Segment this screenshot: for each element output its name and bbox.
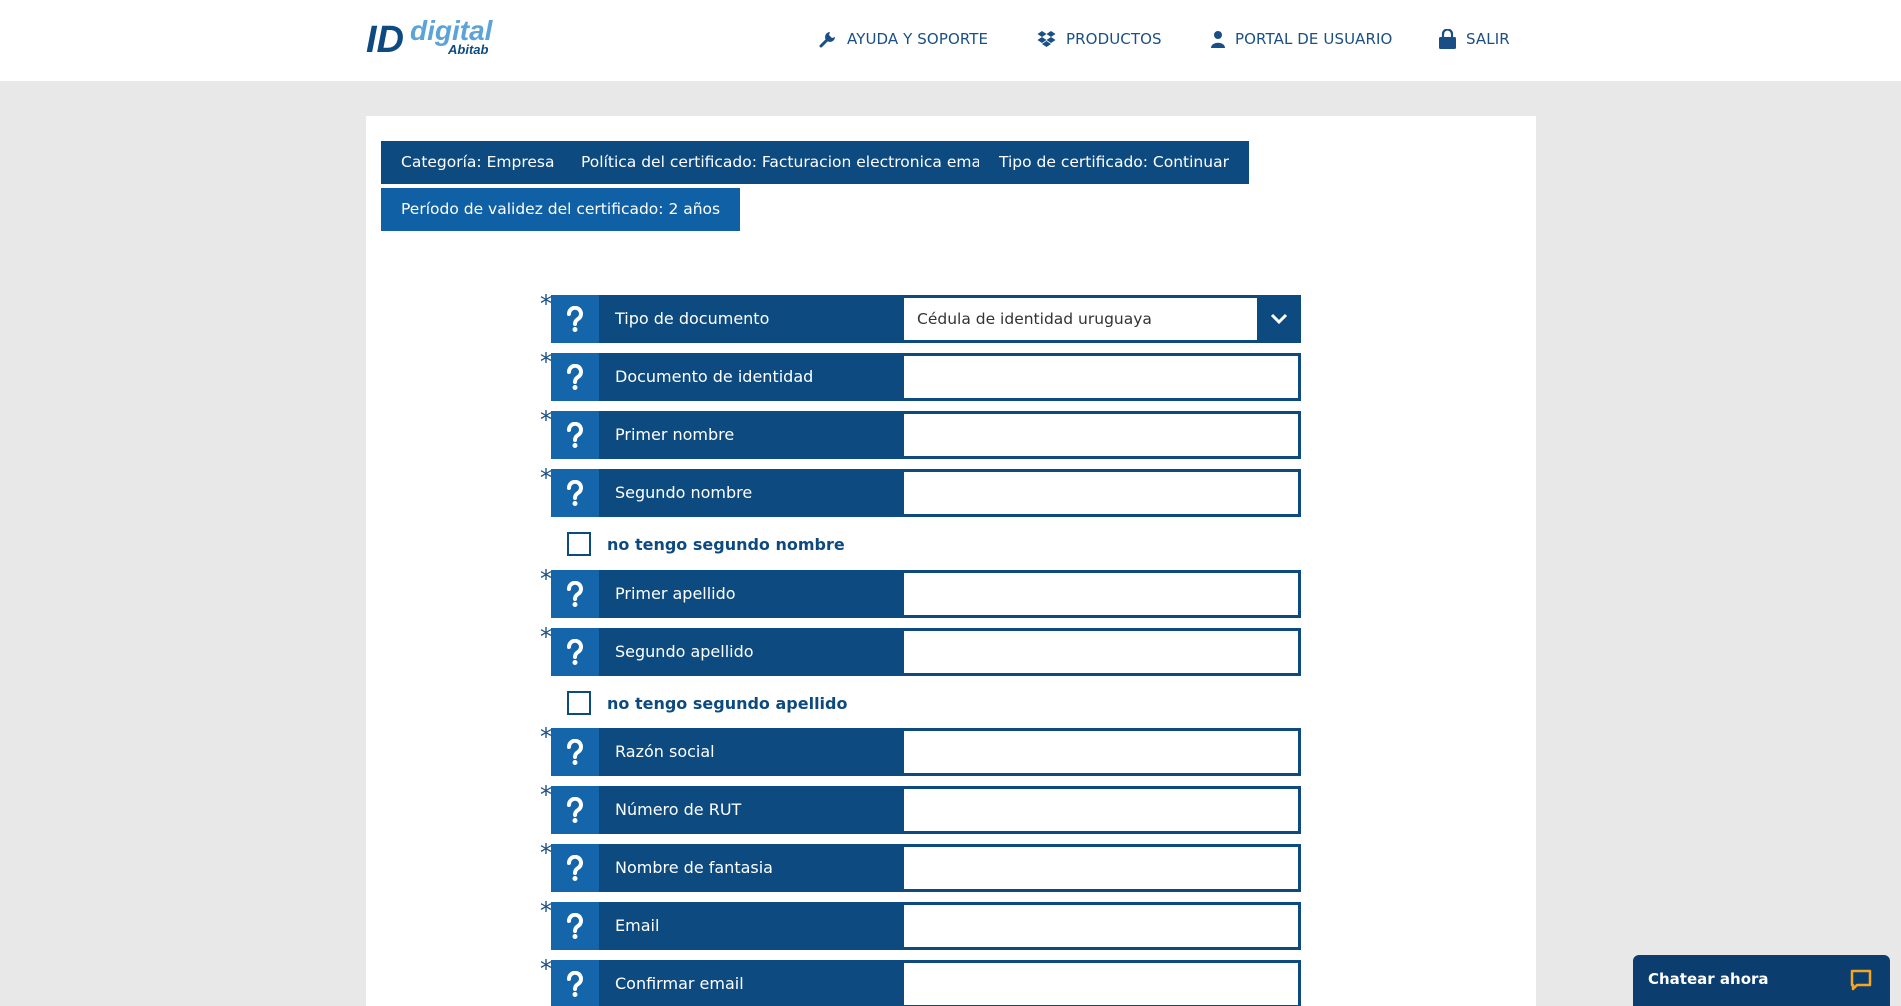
- chat-bubble-icon: [1850, 969, 1872, 991]
- question-icon[interactable]: [551, 960, 599, 1006]
- nav-productos[interactable]: PRODUCTOS: [1037, 28, 1162, 50]
- primer-nombre-input[interactable]: [904, 414, 1298, 456]
- logo-graphic: ID digital Abitab: [366, 15, 494, 61]
- row-numero-rut: * Número de RUT: [540, 783, 1351, 834]
- primer-apellido-input[interactable]: [904, 573, 1298, 615]
- nav-label: PRODUCTOS: [1066, 30, 1162, 48]
- user-icon: [1211, 31, 1225, 48]
- row-email: * Email: [540, 899, 1351, 950]
- nombre-fantasia-input[interactable]: [904, 847, 1298, 889]
- field-label: Confirmar email: [599, 960, 904, 1006]
- chat-label: Chatear ahora: [1648, 970, 1769, 988]
- checkbox-box[interactable]: [567, 532, 591, 556]
- row-primer-apellido: * Primer apellido: [540, 567, 1351, 618]
- field-label: Tipo de documento: [599, 295, 904, 343]
- razon-social-input[interactable]: [904, 731, 1298, 773]
- row-documento-identidad: * Documento de identidad: [540, 350, 1351, 401]
- no-segundo-nombre-checkbox[interactable]: no tengo segundo nombre: [567, 531, 845, 557]
- field-label: Razón social: [599, 728, 904, 776]
- question-icon[interactable]: [551, 411, 599, 459]
- question-icon[interactable]: [551, 844, 599, 892]
- question-icon[interactable]: [551, 786, 599, 834]
- field-label: Número de RUT: [599, 786, 904, 834]
- chip-politica[interactable]: Política del certificado: Facturacion el…: [561, 141, 1020, 184]
- field-label: Email: [599, 902, 904, 950]
- email-input[interactable]: [904, 905, 1298, 947]
- logo-mark: ID: [366, 19, 404, 60]
- select-value: Cédula de identidad uruguaya: [904, 298, 1257, 340]
- field-label: Segundo apellido: [599, 628, 904, 676]
- field-label: Segundo nombre: [599, 469, 904, 517]
- field-label: Nombre de fantasia: [599, 844, 904, 892]
- numero-rut-input[interactable]: [904, 789, 1298, 831]
- tipo-documento-select[interactable]: Cédula de identidad uruguaya: [904, 295, 1301, 343]
- chip-categoria[interactable]: Categoría: Empresa: [381, 141, 575, 184]
- segundo-apellido-input[interactable]: [904, 631, 1298, 673]
- checkbox-box[interactable]: [567, 691, 591, 715]
- chip-tipo-certificado[interactable]: Tipo de certificado: Continuar: [979, 141, 1249, 184]
- row-tipo-documento: * Tipo de documento Cédula de identidad …: [540, 292, 1351, 343]
- question-icon[interactable]: [551, 628, 599, 676]
- row-confirmar-email: * Confirmar email: [540, 957, 1351, 1006]
- question-icon[interactable]: [551, 570, 599, 618]
- documento-identidad-input[interactable]: [904, 356, 1298, 398]
- row-razon-social: * Razón social: [540, 725, 1351, 776]
- checkbox-label: no tengo segundo apellido: [607, 693, 848, 713]
- nav-label: PORTAL DE USUARIO: [1235, 30, 1393, 48]
- logo-sub: Abitab: [447, 42, 489, 57]
- top-header: ID digital Abitab AYUDA Y SOPORTE PRODUC…: [0, 0, 1901, 81]
- chip-periodo-validez[interactable]: Período de validez del certificado: 2 añ…: [381, 188, 741, 231]
- question-icon[interactable]: [551, 469, 599, 517]
- chat-widget[interactable]: Chatear ahora: [1633, 955, 1890, 1006]
- no-segundo-apellido-checkbox[interactable]: no tengo segundo apellido: [567, 690, 847, 716]
- nav-portal-usuario[interactable]: PORTAL DE USUARIO: [1211, 28, 1392, 50]
- question-icon[interactable]: [551, 353, 599, 401]
- field-label: Primer apellido: [599, 570, 904, 618]
- nav-ayuda-soporte[interactable]: AYUDA Y SOPORTE: [819, 28, 988, 50]
- dropbox-icon: [1037, 31, 1056, 47]
- field-label: Primer nombre: [599, 411, 904, 459]
- row-nombre-fantasia: * Nombre de fantasia: [540, 841, 1351, 892]
- chevron-down-icon[interactable]: [1257, 295, 1301, 343]
- row-primer-nombre: * Primer nombre: [540, 408, 1351, 459]
- segundo-nombre-input[interactable]: [904, 472, 1298, 514]
- nav-salir[interactable]: SALIR: [1439, 28, 1510, 50]
- nav-label: SALIR: [1466, 30, 1510, 48]
- question-icon[interactable]: [551, 295, 599, 343]
- row-segundo-apellido: * Segundo apellido: [540, 625, 1351, 676]
- logo[interactable]: ID digital Abitab: [366, 15, 506, 61]
- question-icon[interactable]: [551, 728, 599, 776]
- nav-label: AYUDA Y SOPORTE: [847, 30, 989, 48]
- confirmar-email-input[interactable]: [904, 963, 1298, 1005]
- checkbox-label: no tengo segundo nombre: [607, 534, 845, 554]
- wrench-icon: [819, 32, 835, 48]
- row-segundo-nombre: * Segundo nombre: [540, 466, 1351, 517]
- lock-icon: [1439, 29, 1456, 49]
- field-label: Documento de identidad: [599, 353, 904, 401]
- question-icon[interactable]: [551, 902, 599, 950]
